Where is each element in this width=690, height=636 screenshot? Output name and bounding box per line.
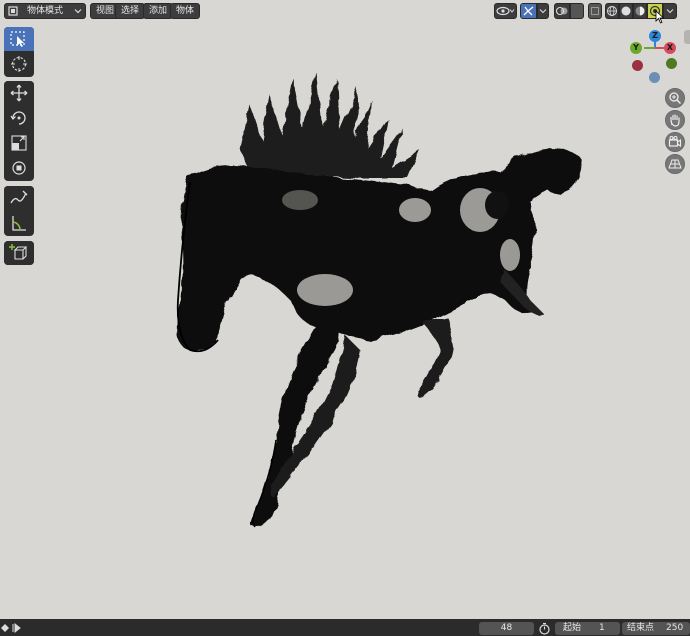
gizmo-y-label: Y [633,43,639,52]
camera-icon [668,136,682,148]
zoom-view-button[interactable] [665,88,685,108]
end-frame-field[interactable]: 结束点 250 [622,622,690,635]
gizmo-z-label: Z [652,31,658,40]
navigation-gizmo[interactable]: Z Y X [628,28,684,84]
stopwatch-icon[interactable] [538,622,551,635]
magnifier-icon [669,92,682,105]
current-frame-field[interactable]: 48 [479,622,534,635]
start-frame-label: 起始 [563,623,582,633]
end-frame-value: 250 [666,623,684,633]
hand-icon [670,114,680,127]
keyframe-nav-icon[interactable] [0,623,22,633]
timeline-bar: 48 起始 1 结束点 250 [0,619,690,636]
perspective-toggle-button[interactable] [665,154,685,174]
gizmo-neg-y-axis[interactable] [666,58,677,69]
pan-view-button[interactable] [665,110,685,130]
end-frame-label: 结束点 [627,623,655,633]
start-frame-field[interactable]: 起始 1 [555,622,620,635]
camera-view-button[interactable] [665,132,685,152]
gizmo-x-label: X [666,43,674,52]
gizmo-neg-z-axis[interactable] [649,72,660,83]
start-frame-value: 1 [599,623,605,633]
horse-model[interactable] [0,0,690,636]
gizmo-neg-x-axis[interactable] [632,60,643,71]
grid-perspective-icon [668,159,682,169]
